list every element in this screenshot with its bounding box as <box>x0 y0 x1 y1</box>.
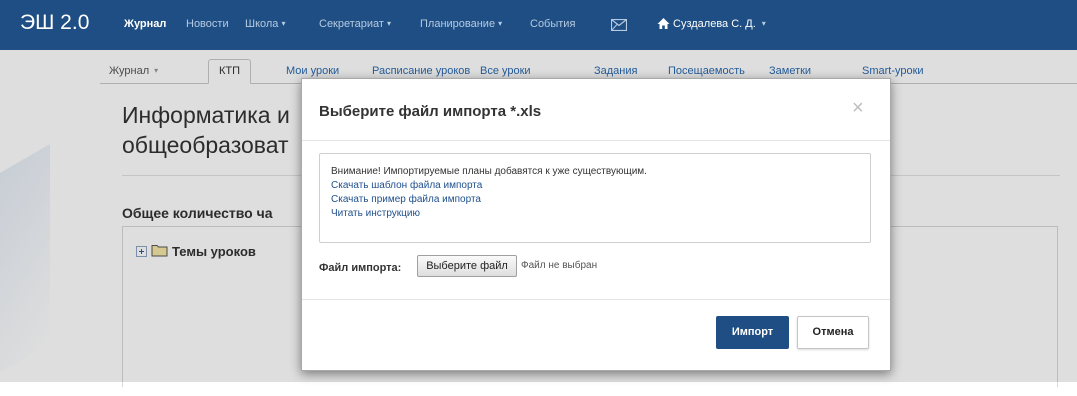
download-example-link[interactable]: Скачать пример файла импорта <box>331 194 481 205</box>
chevron-down-icon: ▾ <box>281 19 286 28</box>
read-instructions-link[interactable]: Читать инструкцию <box>331 208 420 219</box>
chevron-down-icon: ▾ <box>761 19 766 28</box>
import-file-label: Файл импорта: <box>319 262 402 274</box>
envelope-icon[interactable] <box>610 18 628 36</box>
nav-news[interactable]: Новости <box>186 18 229 30</box>
brand-logo[interactable]: ЭШ 2.0 <box>20 11 89 35</box>
nav-secretariat[interactable]: Секретариат ▾ <box>319 18 391 30</box>
user-menu[interactable]: Суздалева С. Д. ▾ <box>673 18 766 30</box>
import-warning-text: Внимание! Импортируемые планы добавятся … <box>331 166 647 177</box>
chevron-down-icon: ▾ <box>498 19 503 28</box>
home-icon[interactable] <box>657 17 670 35</box>
import-dialog: Выберите файл импорта *.xls × Внимание! … <box>301 78 891 371</box>
nav-planning-label: Планирование <box>420 18 496 30</box>
nav-school[interactable]: Школа ▾ <box>245 18 285 30</box>
choose-file-button[interactable]: Выберите файл <box>417 255 517 277</box>
nav-events-label: События <box>530 18 576 30</box>
nav-school-label: Школа <box>245 18 279 30</box>
file-status-text: Файл не выбран <box>521 260 598 271</box>
dialog-footer-divider <box>302 299 890 300</box>
user-name: Суздалева С. Д. <box>673 18 756 30</box>
nav-news-label: Новости <box>186 18 229 30</box>
chevron-down-icon: ▾ <box>386 19 391 28</box>
top-navbar: ЭШ 2.0 Журнал Новости Школа ▾ Секретариат… <box>0 0 1077 50</box>
import-button[interactable]: Импорт <box>716 316 789 349</box>
close-icon[interactable]: × <box>852 98 864 118</box>
dialog-header-divider <box>302 140 890 141</box>
download-template-link[interactable]: Скачать шаблон файла импорта <box>331 180 482 191</box>
nav-journal[interactable]: Журнал <box>124 18 166 30</box>
nav-secretariat-label: Секретариат <box>319 18 384 30</box>
nav-events[interactable]: События <box>530 18 575 30</box>
nav-planning[interactable]: Планирование ▾ <box>420 18 502 30</box>
cancel-button[interactable]: Отмена <box>797 316 869 349</box>
nav-journal-label: Журнал <box>124 18 167 30</box>
import-notice-box: Внимание! Импортируемые планы добавятся … <box>319 153 871 243</box>
dialog-title: Выберите файл импорта *.xls <box>319 103 542 120</box>
